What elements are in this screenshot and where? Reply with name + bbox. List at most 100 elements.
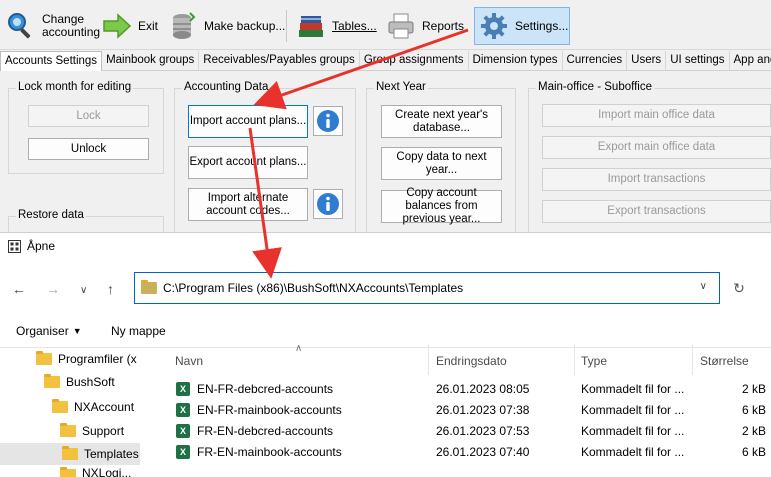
settings-button[interactable]: Settings...	[474, 7, 570, 45]
file-name: FR-EN-debcred-accounts	[197, 424, 334, 438]
file-name: EN-FR-debcred-accounts	[197, 382, 334, 396]
column-header-name[interactable]: Navn	[175, 354, 203, 368]
tab-mainbook-groups[interactable]: Mainbook groups	[102, 51, 200, 71]
tab-app-and-licence[interactable]: App and Lice	[730, 51, 771, 71]
folder-icon	[52, 399, 68, 413]
app-window: Change accounting Exit Make backup... Ta…	[0, 0, 771, 236]
copy-data-next-year-button[interactable]: Copy data to next year...	[381, 147, 502, 180]
file-name: FR-EN-mainbook-accounts	[197, 445, 342, 459]
import-transactions-button[interactable]: Import transactions	[542, 168, 771, 191]
tables-button[interactable]: Tables...	[292, 7, 381, 45]
folder-icon	[44, 374, 60, 388]
tables-label: Tables...	[332, 18, 377, 33]
accounting-data-title: Accounting Data	[182, 81, 271, 93]
info-icon	[317, 193, 339, 215]
sort-up-chevron-icon: ∧	[295, 343, 303, 354]
column-header-date[interactable]: Endringsdato	[436, 354, 507, 368]
tree-item-nxlogistics[interactable]: NXLogi...	[60, 466, 140, 477]
address-dropdown-chevron-icon[interactable]: ∨	[700, 281, 707, 292]
search-user-icon	[6, 11, 36, 41]
file-size: 6 kB	[741, 403, 766, 417]
file-row[interactable]: X EN-FR-mainbook-accounts 26.01.2023 07:…	[172, 399, 771, 420]
create-next-year-db-button[interactable]: Create next year's database...	[381, 105, 502, 138]
export-main-office-button[interactable]: Export main office data	[542, 136, 771, 159]
tree-item-bushsoft[interactable]: BushSoft	[44, 371, 140, 393]
refresh-icon: ↻	[733, 279, 745, 296]
printer-icon	[386, 11, 416, 41]
tab-dimension-types[interactable]: Dimension types	[469, 51, 563, 71]
copy-balances-button[interactable]: Copy account balances from previous year…	[381, 187, 502, 225]
excel-file-icon: X	[176, 445, 190, 459]
reports-button[interactable]: Reports	[382, 7, 468, 45]
file-row[interactable]: X FR-EN-debcred-accounts 26.01.2023 07:5…	[172, 420, 771, 441]
reports-label: Reports	[422, 18, 465, 33]
change-accounting-label: Change accounting	[42, 12, 101, 39]
folder-icon	[141, 280, 157, 294]
file-size: 6 kB	[741, 445, 766, 459]
tab-accounts-settings[interactable]: Accounts Settings	[0, 51, 103, 71]
export-transactions-button[interactable]: Export transactions	[542, 200, 771, 223]
tab-group-assignments[interactable]: Group assignments	[360, 51, 469, 71]
organise-menu[interactable]: Organiser ▼	[16, 324, 82, 338]
lock-button[interactable]: Lock	[28, 105, 149, 127]
column-divider	[692, 345, 693, 375]
exit-arrow-icon	[102, 11, 132, 41]
import-plans-info-button[interactable]	[313, 106, 343, 136]
folder-icon	[36, 351, 52, 365]
import-account-plans-button[interactable]: Import account plans...	[188, 105, 308, 138]
back-arrow-icon[interactable]: ←	[12, 281, 26, 297]
forward-arrow-icon[interactable]: →	[46, 281, 60, 297]
address-bar[interactable]: C:\Program Files (x86)\BushSoft\NXAccoun…	[134, 272, 720, 304]
refresh-button[interactable]: ↻	[726, 272, 752, 304]
restore-data-title: Restore data	[16, 209, 86, 221]
import-alt-info-button[interactable]	[313, 189, 343, 219]
tree-item-support[interactable]: Support	[60, 420, 140, 442]
new-folder-button[interactable]: Ny mappe	[111, 324, 166, 338]
tree-item-templates[interactable]: Templates	[0, 443, 140, 465]
exit-label: Exit	[138, 18, 159, 33]
tree-item-label: Support	[82, 424, 125, 438]
make-backup-button[interactable]: Make backup...	[164, 7, 289, 45]
file-row[interactable]: X FR-EN-mainbook-accounts 26.01.2023 07:…	[172, 441, 771, 462]
tree-item-label: BushSoft	[66, 375, 115, 389]
info-icon	[317, 110, 339, 132]
excel-file-icon: X	[176, 403, 190, 417]
exit-button[interactable]: Exit	[98, 7, 162, 45]
file-name: EN-FR-mainbook-accounts	[197, 403, 342, 417]
import-alternate-codes-button[interactable]: Import alternate account codes...	[188, 188, 308, 221]
tab-currencies[interactable]: Currencies	[563, 51, 628, 71]
column-header-type[interactable]: Type	[581, 354, 607, 368]
tree-item-nxaccounts[interactable]: NXAccount	[52, 396, 140, 418]
tab-users[interactable]: Users	[627, 51, 667, 71]
folder-icon	[60, 467, 76, 477]
folder-icon	[62, 446, 78, 460]
file-date: 26.01.2023 07:53	[436, 424, 530, 438]
settings-tabs: Accounts Settings Mainbook groups Receiv…	[0, 51, 771, 71]
file-row[interactable]: X EN-FR-debcred-accounts 26.01.2023 08:0…	[172, 378, 771, 399]
unlock-button[interactable]: Unlock	[28, 138, 149, 160]
tree-item-programfiler[interactable]: Programfiler (x	[36, 348, 140, 370]
column-header-size[interactable]: Størrelse	[700, 354, 749, 368]
excel-file-icon: X	[176, 382, 190, 396]
change-accounting-button[interactable]: Change accounting	[2, 7, 106, 45]
up-arrow-icon[interactable]: ↑	[107, 281, 114, 297]
settings-label: Settings...	[515, 18, 569, 33]
tab-ui-settings[interactable]: UI settings	[666, 51, 730, 71]
tree-item-label: Programfiler (x	[58, 352, 137, 366]
dialog-title: Åpne	[27, 239, 56, 253]
export-account-plans-button[interactable]: Export account plans...	[188, 146, 308, 179]
organise-dropdown-icon: ▼	[72, 326, 82, 336]
tab-receivables-payables-groups[interactable]: Receivables/Payables groups	[199, 51, 360, 71]
dialog-app-icon	[8, 239, 21, 253]
tree-item-label: NXLogi...	[82, 466, 132, 477]
import-main-office-button[interactable]: Import main office data	[542, 104, 771, 127]
file-type: Kommadelt fil for ...	[581, 424, 685, 438]
open-file-dialog: Åpne ← → ∨ ↑ C:\Program Files (x86)\Bush…	[0, 232, 771, 477]
file-type: Kommadelt fil for ...	[581, 403, 685, 417]
lock-month-group	[8, 88, 164, 174]
column-divider	[574, 345, 575, 375]
next-year-title: Next Year	[374, 81, 428, 93]
tree-item-label: NXAccount	[74, 400, 135, 414]
recent-locations-chevron-icon[interactable]: ∨	[80, 285, 87, 296]
new-folder-label: Ny mappe	[111, 324, 166, 338]
